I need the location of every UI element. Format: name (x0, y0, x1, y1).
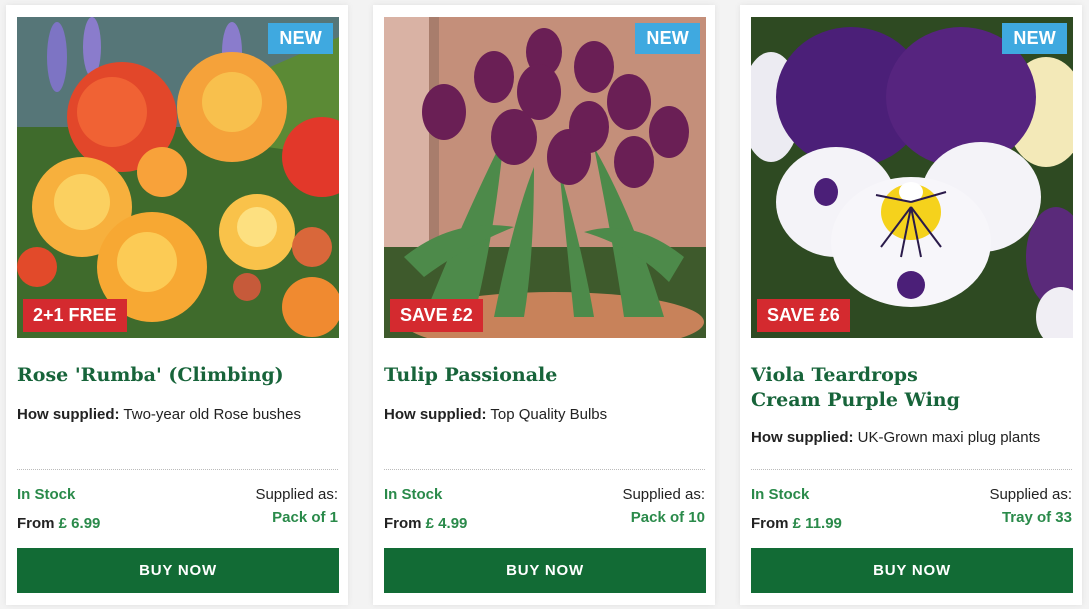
price-amount: £ 6.99 (58, 515, 101, 532)
how-supplied-value: Two-year old Rose bushes (123, 406, 301, 423)
price-prefix: From (751, 515, 789, 532)
tulip-photo-icon (384, 17, 706, 338)
price-amount: £ 11.99 (792, 515, 842, 532)
rose-photo-icon (17, 17, 339, 338)
price: From £ 11.99 (751, 515, 842, 532)
new-badge: NEW (635, 23, 700, 54)
product-title[interactable]: Tulip Passionale (384, 363, 684, 388)
how-supplied-label: How supplied: (17, 406, 120, 423)
how-supplied-label: How supplied: (384, 406, 487, 423)
price: From £ 6.99 (17, 515, 100, 532)
pack-size: Pack of 10 (630, 509, 705, 526)
buy-now-button[interactable]: BUY NOW (384, 548, 706, 593)
offer-badge: SAVE £2 (390, 299, 483, 332)
product-card: NEW 2+1 FREE Rose 'Rumba' (Climbing) How… (6, 5, 348, 605)
product-card: NEW SAVE £2 Tulip Passionale How supplie… (373, 5, 715, 605)
product-image[interactable]: NEW SAVE £2 (384, 17, 706, 338)
price-prefix: From (384, 515, 422, 532)
product-title[interactable]: Viola Teardrops Cream Purple Wing (751, 363, 991, 413)
viola-photo-icon (751, 17, 1073, 338)
supplied-as-label: Supplied as: (989, 486, 1072, 503)
pack-size: Tray of 33 (1001, 509, 1072, 526)
new-badge: NEW (1002, 23, 1067, 54)
how-supplied-value: Top Quality Bulbs (490, 406, 608, 423)
product-image[interactable]: NEW SAVE £6 (751, 17, 1073, 338)
price: From £ 4.99 (384, 515, 467, 532)
pack-size: Pack of 1 (272, 509, 338, 526)
stock-status: In Stock (384, 486, 443, 503)
offer-badge: 2+1 FREE (23, 299, 127, 332)
divider (384, 469, 705, 470)
supplied-as-label: Supplied as: (255, 486, 338, 503)
product-card: NEW SAVE £6 Viola Teardrops Cream Purple… (740, 5, 1082, 605)
stock-status: In Stock (751, 486, 810, 503)
buy-now-button[interactable]: BUY NOW (17, 548, 339, 593)
product-title[interactable]: Rose 'Rumba' (Climbing) (17, 363, 317, 388)
divider (751, 469, 1072, 470)
how-supplied: How supplied: Top Quality Bulbs (384, 406, 607, 423)
offer-badge: SAVE £6 (757, 299, 850, 332)
supplied-as: Supplied as: Pack of 1 (255, 483, 338, 529)
how-supplied: How supplied: UK-Grown maxi plug plants (751, 429, 1040, 446)
buy-now-button[interactable]: BUY NOW (751, 548, 1073, 593)
how-supplied-label: How supplied: (751, 429, 854, 446)
supplied-as-label: Supplied as: (622, 486, 705, 503)
how-supplied: How supplied: Two-year old Rose bushes (17, 406, 301, 423)
product-image[interactable]: NEW 2+1 FREE (17, 17, 339, 338)
price-amount: £ 4.99 (425, 515, 468, 532)
divider (17, 469, 338, 470)
new-badge: NEW (268, 23, 333, 54)
supplied-as: Supplied as: Tray of 33 (989, 483, 1072, 529)
supplied-as: Supplied as: Pack of 10 (622, 483, 705, 529)
how-supplied-value: UK-Grown maxi plug plants (857, 429, 1041, 446)
price-prefix: From (17, 515, 55, 532)
stock-status: In Stock (17, 486, 76, 503)
